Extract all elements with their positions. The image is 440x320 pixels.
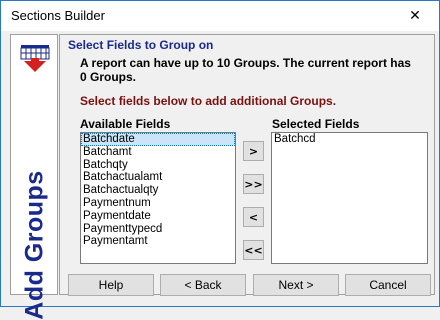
selected-fields-label: Selected Fields: [272, 117, 360, 131]
available-item[interactable]: Batchqty: [81, 159, 235, 172]
sections-builder-window: Sections Builder ✕ Add Groups Select Fie…: [0, 0, 440, 320]
back-button[interactable]: < Back: [160, 274, 246, 296]
side-banner-title: Add Groups: [20, 170, 49, 320]
remove-field-button[interactable]: <: [243, 207, 264, 227]
instruction-text: Select fields below to add additional Gr…: [80, 94, 337, 108]
available-item[interactable]: Paymentamt: [81, 235, 235, 248]
table-with-red-arrow-icon: [20, 45, 50, 72]
available-fields-label: Available Fields: [80, 117, 171, 131]
title-bar: Sections Builder ✕: [1, 1, 439, 31]
add-all-fields-button[interactable]: >>: [243, 174, 264, 194]
available-item[interactable]: Batchdate: [81, 133, 235, 146]
help-button[interactable]: Help: [68, 274, 154, 296]
group-limit-info: A report can have up to 10 Groups. The c…: [80, 56, 411, 84]
available-item[interactable]: Paymenttypecd: [81, 223, 235, 236]
remove-all-fields-button[interactable]: <<: [243, 240, 264, 260]
side-banner: Add Groups: [10, 34, 58, 320]
page-heading: Select Fields to Group on: [68, 38, 214, 52]
available-item[interactable]: Batchactualqty: [81, 184, 235, 197]
window-title: Sections Builder: [11, 8, 105, 23]
selected-fields-list[interactable]: Batchcd: [271, 132, 428, 264]
available-fields-list[interactable]: Batchdate Batchamt Batchqty Batchactualamt B…: [80, 132, 236, 264]
available-item[interactable]: Batchamt: [81, 146, 235, 159]
selected-item[interactable]: Batchcd: [272, 133, 427, 146]
next-button[interactable]: Next >: [253, 274, 339, 296]
available-item[interactable]: Batchactualamt: [81, 171, 235, 184]
available-item[interactable]: Paymentnum: [81, 197, 235, 210]
cancel-button[interactable]: Cancel: [345, 274, 431, 296]
available-item[interactable]: Paymentdate: [81, 210, 235, 223]
add-field-button[interactable]: >: [243, 141, 264, 161]
close-button[interactable]: ✕: [393, 2, 437, 29]
content-panel: Select Fields to Group on A report can h…: [59, 34, 435, 296]
